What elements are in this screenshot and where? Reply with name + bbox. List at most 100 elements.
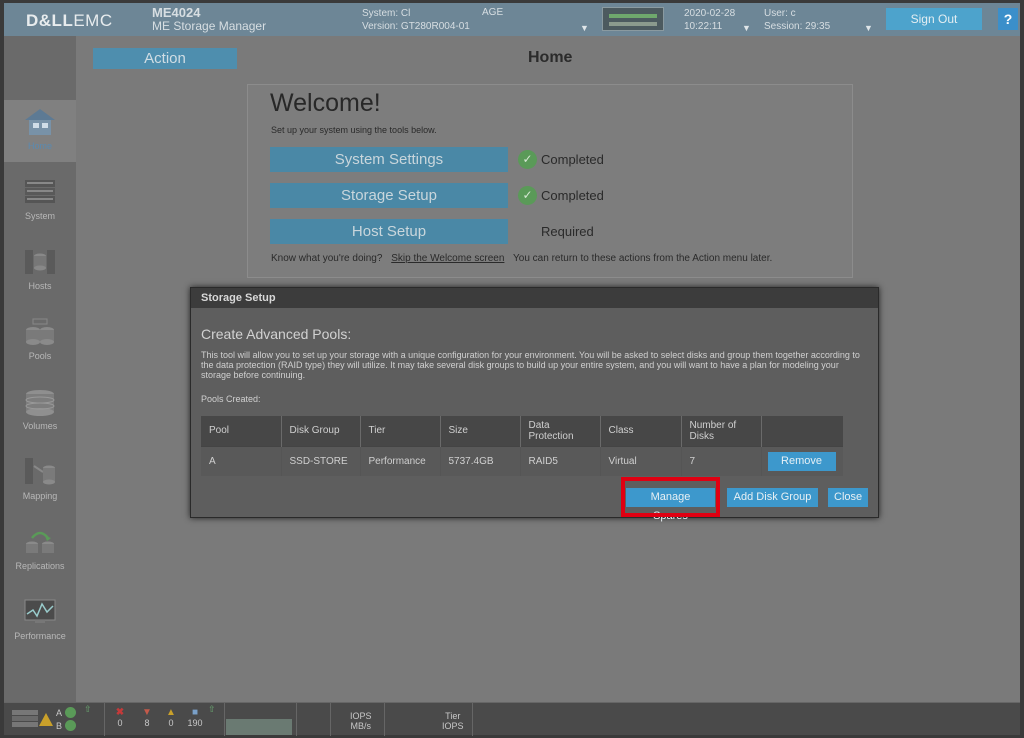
column-header: Size	[440, 416, 521, 446]
time-label: 10:22:11	[684, 21, 723, 32]
table-header: Pool Disk Group Tier Size Data Protectio…	[201, 416, 843, 446]
remove-button[interactable]: Remove	[767, 451, 836, 471]
critical-count[interactable]: ▼ 8	[140, 707, 154, 728]
warning-count[interactable]: ▲ 0	[164, 707, 178, 728]
tier-readout: Tier IOPS	[442, 711, 464, 731]
cell-pool: A	[201, 445, 282, 476]
cell-class: Virtual	[600, 445, 682, 476]
sidebar-item-hosts[interactable]: Hosts	[4, 240, 76, 302]
cell-size: 5737.4GB	[440, 445, 521, 476]
sidebar-item-label: Hosts	[28, 281, 52, 291]
sidebar-item-replications[interactable]: Replications	[4, 520, 76, 582]
storage-setup-button[interactable]: Storage Setup	[270, 183, 508, 208]
arrow-up-icon[interactable]: ⇧	[84, 704, 92, 715]
error-count[interactable]: ✖ 0	[114, 707, 126, 728]
controller-a-ok-icon	[65, 707, 76, 718]
cell-disk-group: SSD-STORE	[281, 445, 361, 476]
user-dropdown-icon[interactable]: ▼	[864, 23, 873, 33]
host-setup-status: Required	[541, 224, 594, 239]
enclosure-thumbnail[interactable]	[602, 7, 664, 31]
dialog-title: Storage Setup	[191, 288, 878, 308]
replications-icon	[26, 531, 54, 553]
controller-b-label: B	[56, 721, 63, 731]
sidebar-item-label: Pools	[28, 351, 52, 361]
system-settings-button[interactable]: System Settings	[270, 147, 508, 172]
sidebar-item-pools[interactable]: Pools	[4, 310, 76, 372]
skip-welcome-link[interactable]: Skip the Welcome screen	[391, 253, 504, 264]
cell-disks: 7	[681, 445, 762, 476]
pools-icon	[26, 318, 54, 345]
page-title: Home	[528, 49, 573, 66]
sidebar-item-home[interactable]: Home	[4, 100, 76, 162]
system-settings-status: ✓ Completed	[518, 150, 604, 169]
volumes-icon	[25, 390, 55, 416]
welcome-subtitle: Set up your system using the tools below…	[271, 125, 437, 135]
add-disk-group-button[interactable]: Add Disk Group	[727, 488, 818, 507]
column-header: Tier	[360, 416, 441, 446]
sidebar-item-volumes[interactable]: Volumes	[4, 380, 76, 442]
close-button[interactable]: Close	[828, 488, 868, 507]
user-label: User: c	[764, 8, 796, 19]
date-time: 2020-02-28 10:22:11	[684, 7, 735, 33]
column-header: Disk Group	[281, 416, 361, 446]
home-icon	[25, 109, 55, 135]
host-setup-button[interactable]: Host Setup	[270, 219, 508, 244]
system-label: System: Cl	[362, 8, 411, 19]
sidebar-item-label: System	[24, 211, 55, 221]
info-icon: ■	[191, 707, 199, 718]
sidebar: Home System Hosts Pools Volumes Mapping …	[4, 36, 76, 702]
user-info: User: c Session: 29:35	[764, 7, 830, 33]
system-suffix: AGE	[482, 7, 504, 18]
date-label: 2020-02-28	[684, 8, 736, 19]
dialog-heading: Create Advanced Pools:	[201, 326, 352, 342]
cell-tier: Performance	[360, 445, 441, 476]
welcome-footer: Know what you're doing? Skip the Welcome…	[271, 253, 773, 264]
warning-icon: ▲	[166, 707, 176, 718]
sign-out-button[interactable]: Sign Out	[886, 8, 982, 30]
version-label: Version: GT280R004-01	[362, 21, 470, 32]
sidebar-item-performance[interactable]: Performance	[4, 590, 76, 652]
sidebar-item-mapping[interactable]: Mapping	[4, 450, 76, 512]
controller-b-ok-icon	[65, 720, 76, 731]
sidebar-item-label: Mapping	[22, 491, 58, 501]
column-header: Number of Disks	[681, 416, 762, 446]
brand-logo: D&LLEMC	[26, 11, 113, 30]
highlight-box	[621, 477, 720, 517]
sidebar-item-label: Performance	[14, 631, 66, 641]
hosts-icon	[25, 250, 55, 274]
critical-icon: ▼	[142, 707, 152, 718]
welcome-panel: Welcome! Set up your system using the to…	[247, 84, 853, 278]
iops-readout: IOPS MB/s	[350, 711, 372, 731]
performance-icon	[24, 599, 56, 623]
controller-a-label: A	[56, 708, 63, 718]
column-header: Pool	[201, 416, 282, 446]
action-button[interactable]: Action	[93, 48, 237, 69]
status-bar: A B ⇧ ✖ 0 ▼ 8 ▲ 0 ■ 190 ⇧ IOPS MB/s Tier I…	[4, 702, 1020, 736]
session-label: Session: 29:35	[764, 21, 831, 32]
warning-icon	[39, 713, 53, 726]
arrow-up-icon[interactable]: ⇧	[208, 704, 216, 715]
info-count[interactable]: ■ 190	[184, 707, 206, 728]
storage-setup-status: ✓ Completed	[518, 186, 604, 205]
enclosure-icon[interactable]	[12, 709, 38, 729]
product-info: ME4024 ME Storage Manager	[152, 6, 266, 33]
error-icon: ✖	[115, 707, 125, 718]
pools-table: Pool Disk Group Tier Size Data Protectio…	[201, 416, 843, 476]
help-button[interactable]: ?	[998, 8, 1018, 30]
welcome-title: Welcome!	[270, 89, 381, 117]
top-banner: D&LLEMC ME4024 ME Storage Manager System…	[4, 3, 1020, 36]
dialog-description: This tool will allow you to set up your …	[201, 350, 860, 380]
storage-setup-dialog: Storage Setup Create Advanced Pools: Thi…	[190, 287, 879, 522]
table-row[interactable]: A SSD-STORE Performance 5737.4GB RAID5 V…	[201, 445, 843, 476]
sidebar-item-label: Home	[27, 141, 52, 151]
datetime-dropdown-icon[interactable]: ▼	[742, 23, 751, 33]
column-header: Class	[600, 416, 682, 446]
cell-protection: RAID5	[520, 445, 601, 476]
mapping-icon	[25, 458, 55, 485]
sidebar-item-label: Volumes	[22, 421, 58, 431]
system-dropdown-icon[interactable]: ▼	[580, 23, 589, 33]
sidebar-item-system[interactable]: System	[4, 170, 76, 232]
product-name: ME Storage Manager	[152, 19, 267, 33]
column-header: Data Protection	[520, 416, 601, 446]
model-name: ME4024	[152, 5, 201, 20]
